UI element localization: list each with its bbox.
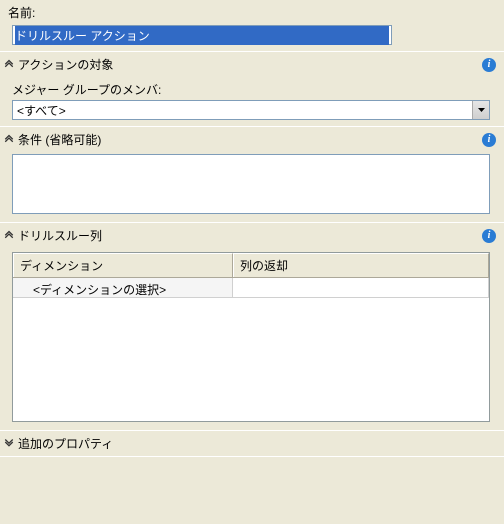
section-columns-header[interactable]: ドリルスルー列 i [0,222,504,248]
name-input-value: ドリルスルー アクション [15,26,389,45]
return-cell[interactable] [233,278,489,298]
header-dimension[interactable]: ディメンション [13,253,233,277]
table-row[interactable]: <ディメンションの選択> [13,278,489,298]
header-return[interactable]: 列の返却 [233,253,489,277]
collapse-icon [4,58,14,71]
measure-group-value: <すべて> [13,102,472,119]
member-label: メジャー グループのメンバ: [0,77,504,100]
info-icon[interactable]: i [482,133,496,147]
dropdown-button[interactable] [472,101,489,119]
collapse-icon [4,229,14,242]
collapse-icon [4,133,14,146]
section-target-header[interactable]: アクションの対象 i [0,51,504,77]
grid-header: ディメンション 列の返却 [13,253,489,278]
info-icon[interactable]: i [482,229,496,243]
dimension-cell[interactable]: <ディメンションの選択> [13,278,233,298]
columns-grid[interactable]: ディメンション 列の返却 <ディメンションの選択> [12,252,490,422]
name-input[interactable]: ドリルスルー アクション [12,25,392,45]
section-extra-title: 追加のプロパティ [18,435,496,452]
section-target-title: アクションの対象 [18,56,482,73]
section-condition-title: 条件 (省略可能) [18,131,482,148]
section-condition-header[interactable]: 条件 (省略可能) i [0,126,504,152]
footer-spacer [0,456,504,496]
name-label: 名前: [0,0,504,23]
section-columns-title: ドリルスルー列 [18,227,482,244]
section-extra-header[interactable]: 追加のプロパティ [0,430,504,456]
info-icon[interactable]: i [482,58,496,72]
measure-group-select[interactable]: <すべて> [12,100,490,120]
condition-textarea[interactable] [12,154,490,214]
expand-icon [4,437,14,450]
